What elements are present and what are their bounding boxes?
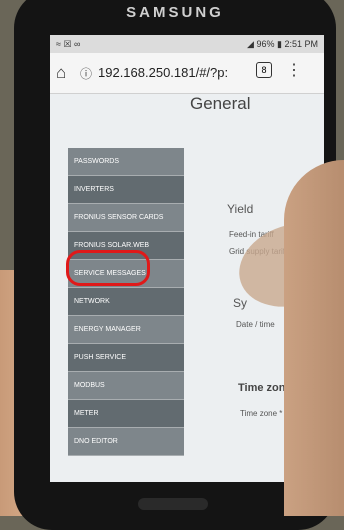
system-section-title: Sy (233, 296, 248, 310)
right-hand (284, 160, 344, 516)
home-icon[interactable]: ⌂ (56, 63, 66, 83)
status-bar: ≈ ☒ ∞ ◢ 96% ▮ 2:51 PM (50, 35, 324, 53)
overflow-menu-icon[interactable]: ⋮ (286, 60, 302, 80)
network-highlight-circle (66, 250, 150, 286)
yield-section-title: Yield (227, 202, 254, 216)
sidebar-item-dno-editor[interactable]: DNO EDITOR (68, 428, 184, 456)
phone-home-button (138, 498, 208, 510)
date-time-label: Date / time (236, 320, 275, 329)
battery-percent: 96% (256, 39, 275, 49)
info-icon[interactable]: ⓘ (80, 65, 92, 82)
sidebar-item-modbus[interactable]: MODBUS (68, 372, 184, 400)
sidebar-item-energy-manager[interactable]: ENERGY MANAGER (68, 316, 184, 344)
page-heading: General (190, 94, 251, 113)
sidebar-item-sensor-cards[interactable]: FRONIUS SENSOR CARDS (68, 204, 184, 232)
clock: 2:51 PM (284, 39, 318, 49)
sidebar-item-meter[interactable]: METER (68, 400, 184, 428)
browser-toolbar: ⌂ ⓘ 192.168.250.181/#/?p: 8 ⋮ (50, 53, 324, 94)
sidebar-item-push-service[interactable]: PUSH SERVICE (68, 344, 184, 372)
phone-brand: SAMSUNG (126, 4, 224, 21)
sidebar-item-passwords[interactable]: PASSWORDS (68, 148, 184, 176)
status-right: ◢ 96% ▮ 2:51 PM (247, 39, 318, 50)
sidebar-item-network[interactable]: NETWORK (68, 288, 184, 316)
settings-sidebar: PASSWORDS INVERTERS FRONIUS SENSOR CARDS… (68, 148, 184, 456)
url-field[interactable]: 192.168.250.181/#/?p: (98, 65, 228, 80)
status-icons: ≈ ☒ ∞ (56, 39, 81, 49)
battery-icon: ▮ (277, 39, 282, 49)
sidebar-item-inverters[interactable]: INVERTERS (68, 176, 184, 204)
tab-switcher-button[interactable]: 8 (256, 62, 272, 78)
timezone-label: Time zone * (240, 409, 283, 418)
